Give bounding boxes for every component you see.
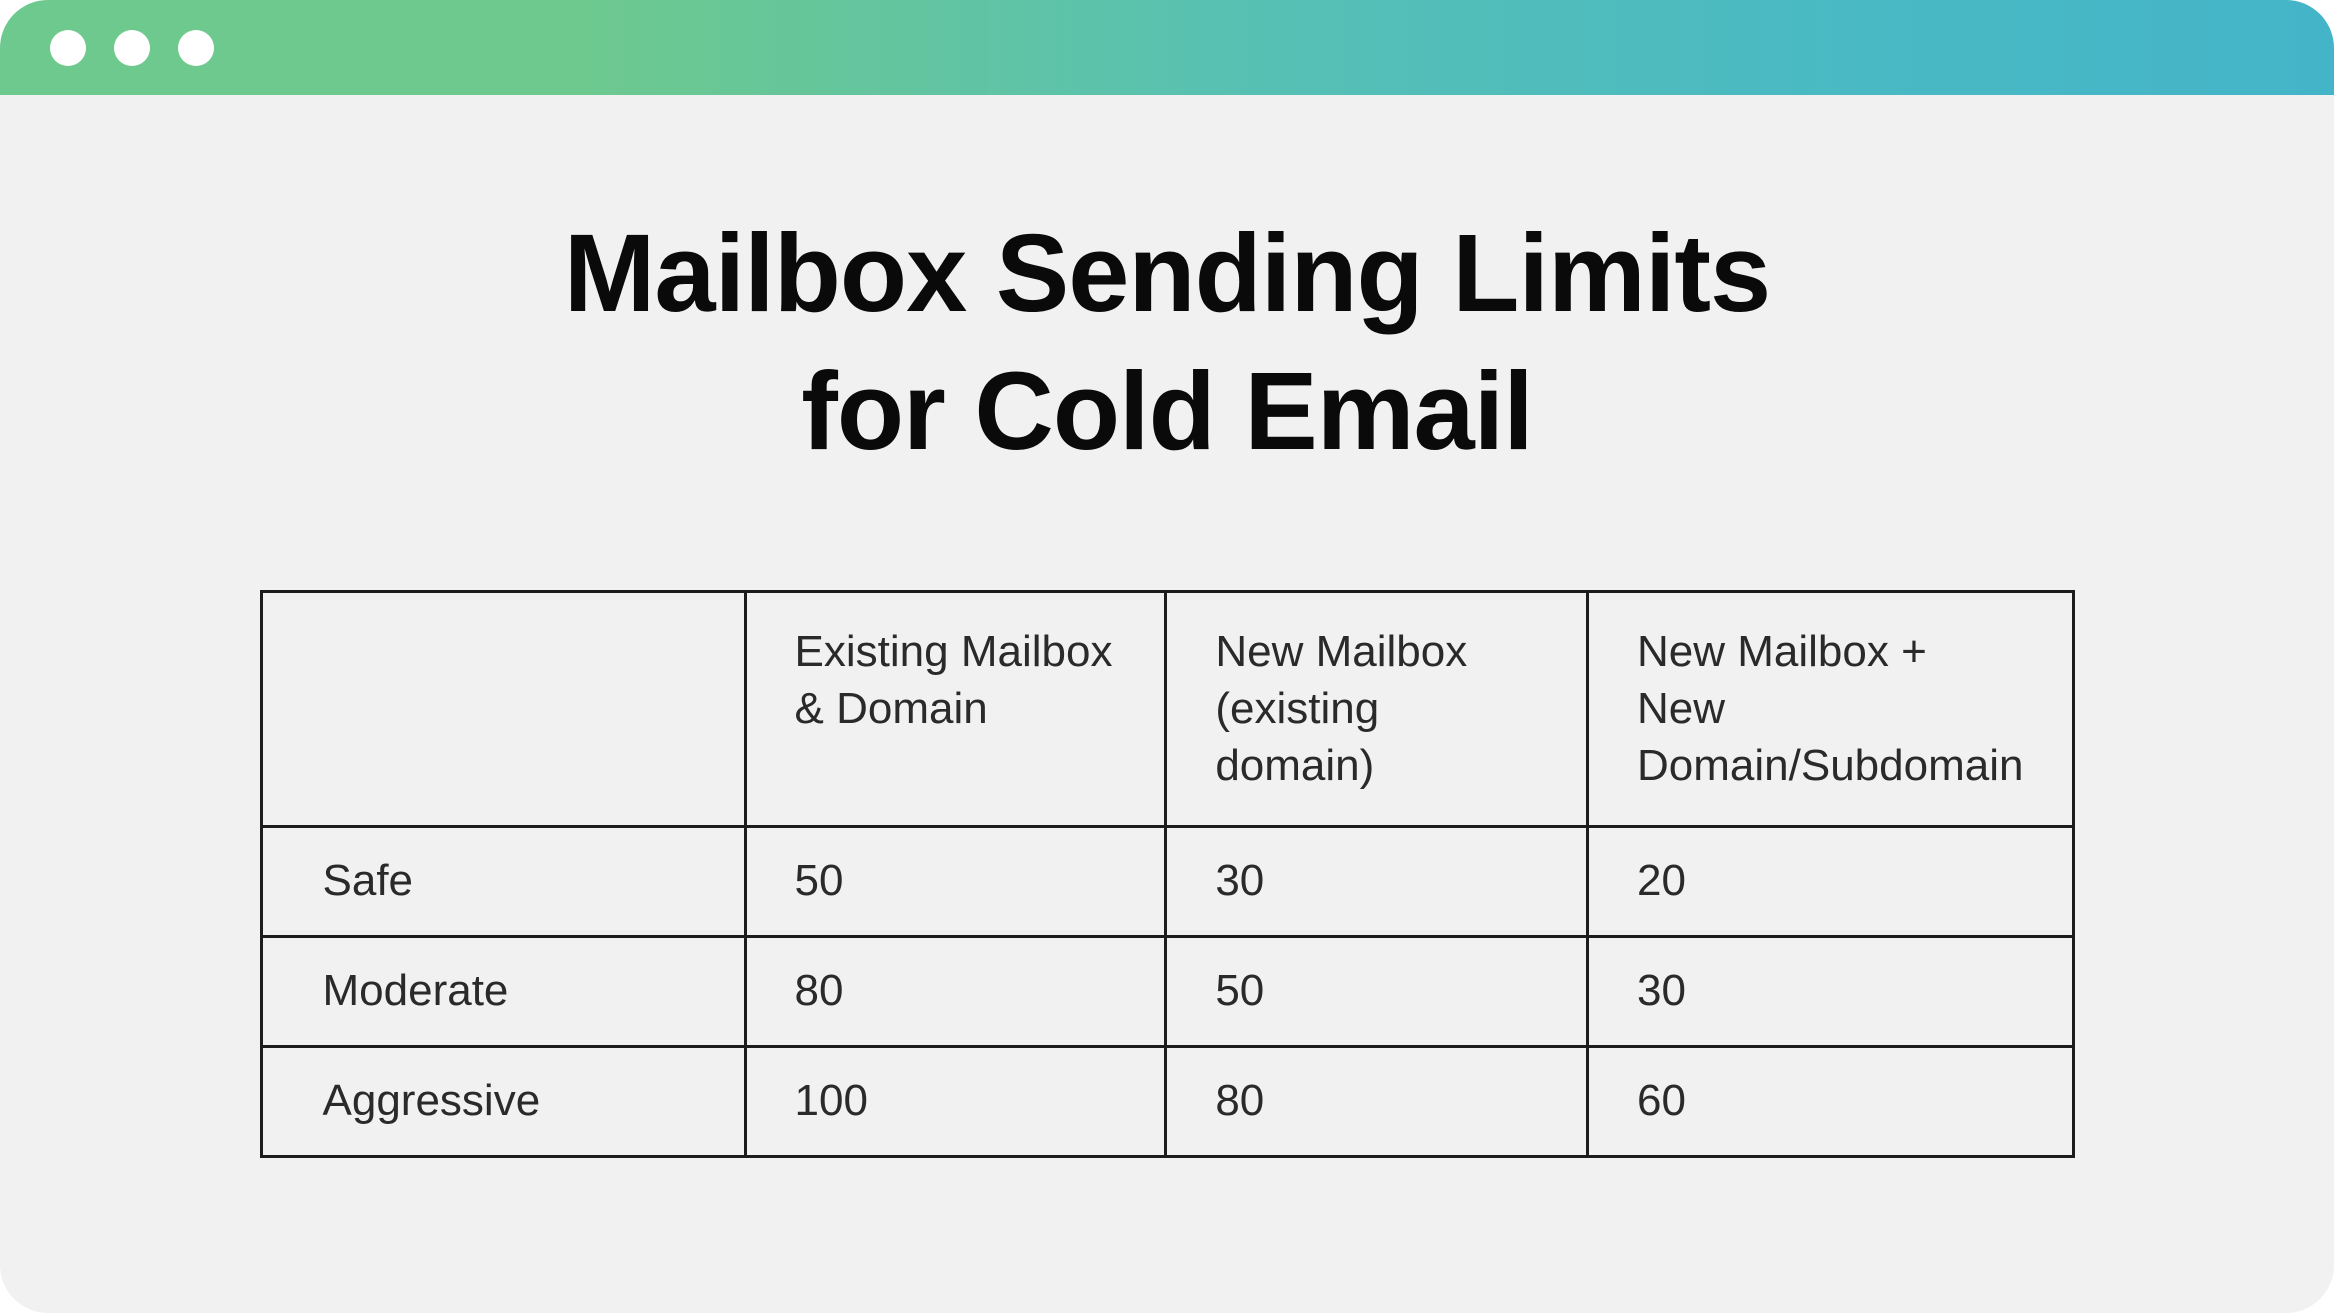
- cell-value: 80: [1166, 1046, 1588, 1156]
- header-col1-line1: Existing Mailbox: [795, 627, 1113, 676]
- window-minimize-icon[interactable]: [114, 30, 150, 66]
- cell-value: 50: [745, 826, 1166, 936]
- header-col3: New Mailbox + New Domain/Subdomain: [1588, 592, 2073, 827]
- window-controls: [50, 30, 214, 66]
- table-header-row: Existing Mailbox & Domain New Mailbox (e…: [261, 592, 2073, 827]
- header-col2-line2: (existing domain): [1215, 684, 1379, 790]
- header-col2: New Mailbox (existing domain): [1166, 592, 1588, 827]
- header-col3-line2: Domain/Subdomain: [1637, 741, 2023, 790]
- cell-value: 100: [745, 1046, 1166, 1156]
- cell-value: 30: [1166, 826, 1588, 936]
- header-col2-line1: New Mailbox: [1215, 627, 1467, 676]
- cell-value: 20: [1588, 826, 2073, 936]
- window-maximize-icon[interactable]: [178, 30, 214, 66]
- cell-value: 80: [745, 936, 1166, 1046]
- header-col1-line2: & Domain: [795, 684, 988, 733]
- row-label: Safe: [261, 826, 745, 936]
- row-label: Moderate: [261, 936, 745, 1046]
- window-frame: Mailbox Sending Limits for Cold Email Ex…: [0, 0, 2334, 1313]
- title-line1: Mailbox Sending Limits: [564, 212, 1770, 335]
- titlebar: [0, 0, 2334, 95]
- table-row: Safe 50 30 20: [261, 826, 2073, 936]
- cell-value: 60: [1588, 1046, 2073, 1156]
- cell-value: 50: [1166, 936, 1588, 1046]
- header-col1: Existing Mailbox & Domain: [745, 592, 1166, 827]
- content-area: Mailbox Sending Limits for Cold Email Ex…: [0, 95, 2334, 1158]
- table-row: Moderate 80 50 30: [261, 936, 2073, 1046]
- window-close-icon[interactable]: [50, 30, 86, 66]
- limits-table: Existing Mailbox & Domain New Mailbox (e…: [260, 590, 2075, 1158]
- header-blank: [261, 592, 745, 827]
- row-label: Aggressive: [261, 1046, 745, 1156]
- table-row: Aggressive 100 80 60: [261, 1046, 2073, 1156]
- page-title: Mailbox Sending Limits for Cold Email: [120, 205, 2214, 480]
- cell-value: 30: [1588, 936, 2073, 1046]
- header-col3-line1: New Mailbox + New: [1637, 627, 1927, 733]
- title-line2: for Cold Email: [801, 350, 1533, 473]
